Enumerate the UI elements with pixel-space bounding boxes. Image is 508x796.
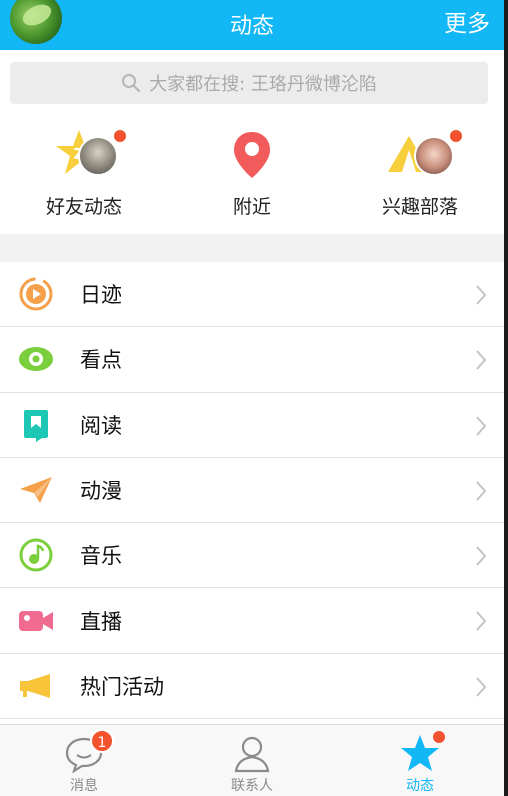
list-item-label: 直播	[80, 609, 122, 634]
section-divider	[0, 234, 504, 262]
paper-plane-icon	[20, 477, 52, 504]
list-item-label: 看点	[80, 348, 122, 373]
search-placeholder: 大家都在搜: 王珞丹微博沦陷	[149, 74, 377, 95]
list-item-label: 音乐	[80, 544, 122, 569]
notification-dot	[450, 130, 462, 142]
screen-edge	[504, 0, 508, 796]
megaphone-icon	[20, 673, 50, 698]
tab-label: 消息	[70, 778, 98, 794]
tab-feed[interactable]: 动态	[336, 725, 504, 796]
location-pin-icon	[234, 132, 270, 178]
page-title: 动态	[229, 14, 274, 39]
eye-icon	[19, 347, 53, 372]
quick-item-label: 附近	[232, 196, 271, 218]
list-item-zhibo[interactable]: 直播	[0, 588, 504, 654]
unread-badge: 1	[90, 729, 114, 753]
chevron-right-icon	[476, 677, 487, 697]
list-item-yinyue[interactable]: 音乐	[0, 523, 504, 589]
more-button[interactable]: 更多	[444, 4, 490, 38]
friend-avatar	[78, 136, 118, 176]
play-circle-icon	[19, 277, 53, 311]
list-item-label: 动漫	[80, 479, 122, 504]
video-camera-icon	[19, 610, 53, 631]
list-item-rizhi[interactable]: 日迹	[0, 262, 504, 328]
quick-item-interest-tribe[interactable]: 兴趣部落	[336, 112, 504, 219]
tab-contacts[interactable]: 联系人	[168, 725, 336, 796]
person-icon	[234, 736, 270, 773]
list-item-label: 热门活动	[80, 674, 164, 699]
search-bar[interactable]: 大家都在搜: 王珞丹微博沦陷	[10, 62, 488, 104]
bookmark-icon	[24, 409, 48, 442]
bottom-tab-bar: 1 消息 联系人 动态	[0, 724, 504, 796]
notification-dot	[114, 130, 126, 142]
search-icon	[122, 74, 141, 93]
top-header: 动态 更多	[0, 0, 504, 50]
chevron-right-icon	[476, 611, 487, 632]
feature-list: 日迹 看点 阅读 动漫 音乐 直播 热门活动	[0, 262, 504, 720]
list-item-label: 阅读	[80, 413, 122, 438]
chevron-right-icon	[476, 415, 487, 436]
quick-item-nearby[interactable]: 附近	[168, 112, 336, 219]
quick-entries: Z 好友动态 附近 兴趣部落	[0, 112, 504, 234]
chevron-right-icon	[476, 546, 487, 566]
quick-item-label: 好友动态	[45, 196, 122, 218]
list-item-yuedu[interactable]: 阅读	[0, 393, 504, 458]
chevron-right-icon	[476, 285, 487, 305]
quick-item-friends-feed[interactable]: Z 好友动态	[0, 112, 168, 219]
list-item-remen-huodong[interactable]: 热门活动	[0, 654, 504, 720]
music-note-icon	[19, 538, 53, 572]
list-item-kandian[interactable]: 看点	[0, 327, 504, 393]
chevron-right-icon	[476, 350, 487, 370]
chevron-right-icon	[476, 481, 487, 501]
quick-item-label: 兴趣部落	[381, 196, 458, 218]
tab-label: 动态	[406, 778, 434, 794]
notification-dot	[433, 731, 445, 743]
list-item-dongman[interactable]: 动漫	[0, 458, 504, 524]
tab-label: 联系人	[231, 778, 273, 794]
tab-messages[interactable]: 1 消息	[0, 725, 168, 796]
list-item-label: 日迹	[80, 283, 122, 308]
friend-avatar	[414, 136, 454, 176]
